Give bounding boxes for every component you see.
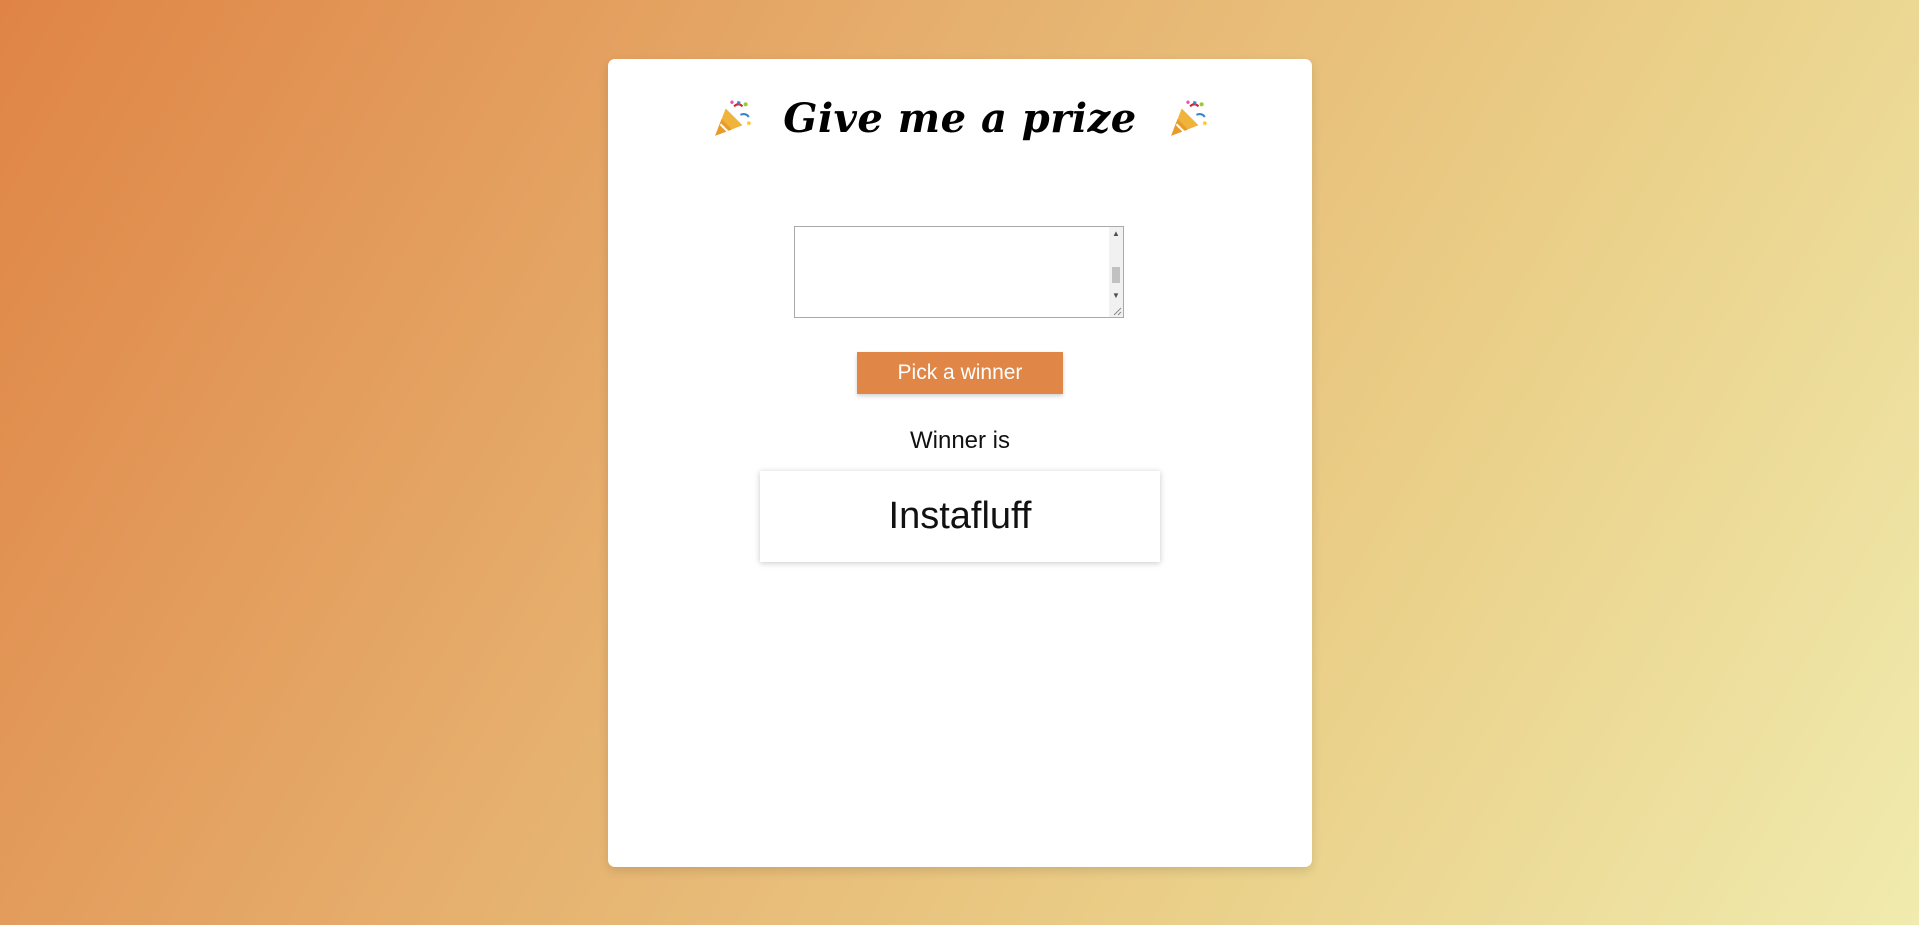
scroll-down-arrow-icon[interactable]: ▼ — [1109, 289, 1123, 303]
names-textarea[interactable]: xxxxxxx, xxxxxxxxxxx, xxxxxxxxxx PokemoH… — [794, 226, 1124, 318]
party-popper-icon — [1165, 96, 1211, 142]
party-popper-icon — [709, 96, 755, 142]
names-text[interactable]: xxxxxxx, xxxxxxxxxxx, xxxxxxxxxx PokemoH… — [795, 227, 1109, 317]
textarea-scrollbar[interactable]: ▲ ▼ — [1109, 227, 1123, 317]
title-row: Give me a prize — [608, 95, 1312, 142]
scroll-thumb[interactable] — [1112, 267, 1120, 283]
prize-card: Give me a prize xxxxxxx, xxxxxxxxxxx, xx… — [608, 59, 1312, 867]
pick-winner-button[interactable]: Pick a winner — [857, 352, 1063, 394]
winner-display: Instafluff — [760, 471, 1160, 562]
winner-name: Instafluff — [888, 495, 1032, 537]
names-lines: xxxxxxx, xxxxxxxxxxx, xxxxxxxxxx PokemoH… — [811, 251, 1099, 317]
winner-label: Winner is — [909, 427, 1011, 454]
names-line-cut: xxxxxxx, xxxxxxxxxxx, xxxxxxxxxx — [811, 281, 1099, 296]
page-title: Give me a prize — [783, 95, 1137, 142]
scroll-up-arrow-icon[interactable]: ▲ — [1109, 227, 1123, 241]
resize-grip-icon[interactable] — [1112, 306, 1122, 316]
